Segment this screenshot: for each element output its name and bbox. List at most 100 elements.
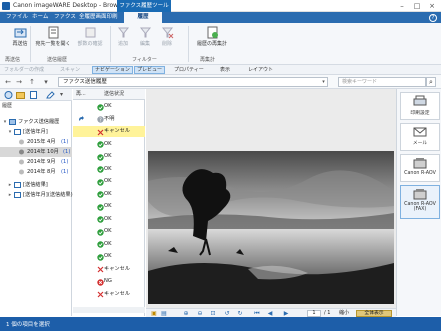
ok-check-icon <box>97 216 104 223</box>
display-dropdown[interactable]: 表示 <box>218 66 232 74</box>
search-icon[interactable]: ⌕ <box>426 77 436 87</box>
tab-history[interactable]: 履歴 <box>124 12 162 23</box>
list-item[interactable]: OK <box>73 251 145 262</box>
collapse-icon[interactable]: ▾ <box>2 117 8 127</box>
globe-icon[interactable] <box>4 91 13 99</box>
list-item[interactable]: OK <box>73 226 145 237</box>
tree-item-month[interactable]: 2014年 8月 (1) <box>0 167 72 177</box>
zoom-select[interactable]: 全体表示 <box>356 310 392 317</box>
group-resend: 再送信 <box>5 57 21 63</box>
send-status-label: キャンセル <box>104 290 130 297</box>
ok-check-icon <box>97 141 104 148</box>
tree-item-month[interactable]: 2014年 10月 (1) <box>0 147 72 157</box>
list-item[interactable]: OK <box>73 164 145 175</box>
tree-item-month[interactable]: 2014年 9月 (1) <box>0 157 72 167</box>
cancel-x-icon <box>97 266 104 273</box>
list-item[interactable]: OK <box>73 214 145 225</box>
resend-icon <box>14 28 26 38</box>
list-item[interactable]: キャンセル <box>73 289 145 300</box>
preview-toggle[interactable]: プレビュー <box>134 66 166 74</box>
ng-error-icon <box>97 278 104 286</box>
tab-print-all-history[interactable]: 全履歴画面印刷 <box>75 12 122 23</box>
search-input[interactable]: 検索キーワード <box>338 77 426 87</box>
tree-item-label: 2015年 4月 <box>27 139 56 145</box>
canon-aov-fax-button[interactable]: Canon R-AOV (FAX) <box>400 185 440 219</box>
collapse-icon[interactable]: ▾ <box>7 127 13 137</box>
column-header-status[interactable]: 送信状況 <box>104 89 124 100</box>
list-item[interactable]: OK <box>73 201 145 212</box>
ok-check-icon <box>97 191 104 198</box>
minimize-icon[interactable]: – <box>395 1 409 11</box>
folder-icon[interactable] <box>16 91 25 99</box>
up-icon[interactable]: ↑ <box>27 78 37 87</box>
create-folder-button[interactable]: フォルダーの作成 <box>2 66 46 74</box>
column-header-resend[interactable]: 再... <box>76 89 86 100</box>
category-icon <box>14 129 21 135</box>
category-icon <box>14 192 21 198</box>
address-dropdown-icon[interactable]: ▾ <box>319 77 328 87</box>
properties-button[interactable]: プロパティー <box>172 66 206 74</box>
tree-item-send-result[interactable]: ▸ [送信結果] <box>0 180 72 190</box>
tab-home[interactable]: ホーム <box>28 12 52 23</box>
maximize-icon[interactable]: □ <box>410 1 424 11</box>
delete-filter-button[interactable]: 削除 <box>147 26 187 54</box>
send-status-label: キャンセル <box>104 265 130 272</box>
page-number-input[interactable]: 1 <box>307 310 321 317</box>
history-icon <box>19 159 24 165</box>
send-status-label: OK <box>104 240 112 247</box>
edit-pen-icon[interactable] <box>46 91 55 99</box>
back-icon[interactable]: ← <box>3 78 13 87</box>
layout-dropdown[interactable]: レイアウト <box>246 66 275 74</box>
recount-icon <box>207 26 218 39</box>
cancel-x-icon <box>97 291 104 298</box>
scan-button[interactable]: スキャン <box>58 66 82 74</box>
list-item[interactable]: OK <box>73 176 145 187</box>
ok-check-icon <box>97 253 104 261</box>
address-bar[interactable]: ファクス送信履歴 <box>58 77 328 87</box>
send-status-label: OK <box>104 153 112 159</box>
group-recount: 再集計 <box>200 57 216 63</box>
forward-icon[interactable]: → <box>14 78 24 87</box>
navigation-toggle[interactable]: ナビゲーション <box>92 66 133 74</box>
list-item[interactable]: ? 不明 <box>73 114 145 125</box>
tree-item-fax-history[interactable]: ▾ ファクス送信履歴 <box>0 117 72 127</box>
horizontal-scrollbar[interactable] <box>73 307 145 313</box>
tree-item-label: ファクス送信履歴 <box>18 119 60 125</box>
ok-check-icon <box>97 103 104 111</box>
list-item[interactable]: OK <box>73 151 145 162</box>
print-settings-button[interactable]: 印刷設定 <box>400 92 440 120</box>
context-tab-label: ファクス履歴ツール <box>117 0 171 12</box>
tree-item-send-month[interactable]: ▾ [送信年月] <box>0 127 72 137</box>
document-icon[interactable] <box>29 91 38 99</box>
send-status-label: OK <box>104 103 112 109</box>
fax-history-icon <box>9 119 16 125</box>
mail-button[interactable]: メール <box>400 123 440 151</box>
status-text: 1 個の項目を選択 <box>6 322 50 328</box>
list-item[interactable]: OK <box>73 189 145 200</box>
tree-item-month[interactable]: 2015年 4月 (1) <box>0 137 72 147</box>
expand-icon[interactable]: ▸ <box>7 180 13 190</box>
list-item[interactable]: OK <box>73 101 145 112</box>
list-item[interactable]: キャンセル <box>73 126 145 137</box>
tree-menu-icon[interactable]: ▾ <box>60 91 63 98</box>
open-address-list-label: 宛先一覧を開く <box>35 41 71 47</box>
send-status-label: NG <box>104 278 112 284</box>
ok-check-icon <box>97 166 104 173</box>
canon-aov-fax-label: Canon R-AOV (FAX) <box>404 202 436 212</box>
list-item[interactable]: OK <box>73 239 145 250</box>
open-address-list-button[interactable]: 宛先一覧を開く <box>33 26 73 54</box>
history-dropdown-icon[interactable]: ▾ <box>41 78 51 87</box>
list-item[interactable]: キャンセル <box>73 264 145 275</box>
tree-item-send-month-result[interactable]: ▸ [送信年月](送信結果) <box>0 190 73 200</box>
canon-aov-button[interactable]: Canon R-AOV <box>400 154 440 182</box>
close-icon[interactable]: × <box>425 1 439 11</box>
recount-history-button[interactable]: 履歴の再集計 <box>190 26 234 54</box>
help-icon[interactable]: ? <box>429 14 437 22</box>
list-item[interactable]: NG <box>73 276 145 287</box>
delete-icon <box>161 27 173 39</box>
category-icon <box>14 182 21 188</box>
tree-item-count: (1) <box>61 159 69 165</box>
expand-icon[interactable]: ▸ <box>7 190 13 200</box>
ok-check-icon <box>97 228 104 236</box>
list-item[interactable]: OK <box>73 139 145 150</box>
